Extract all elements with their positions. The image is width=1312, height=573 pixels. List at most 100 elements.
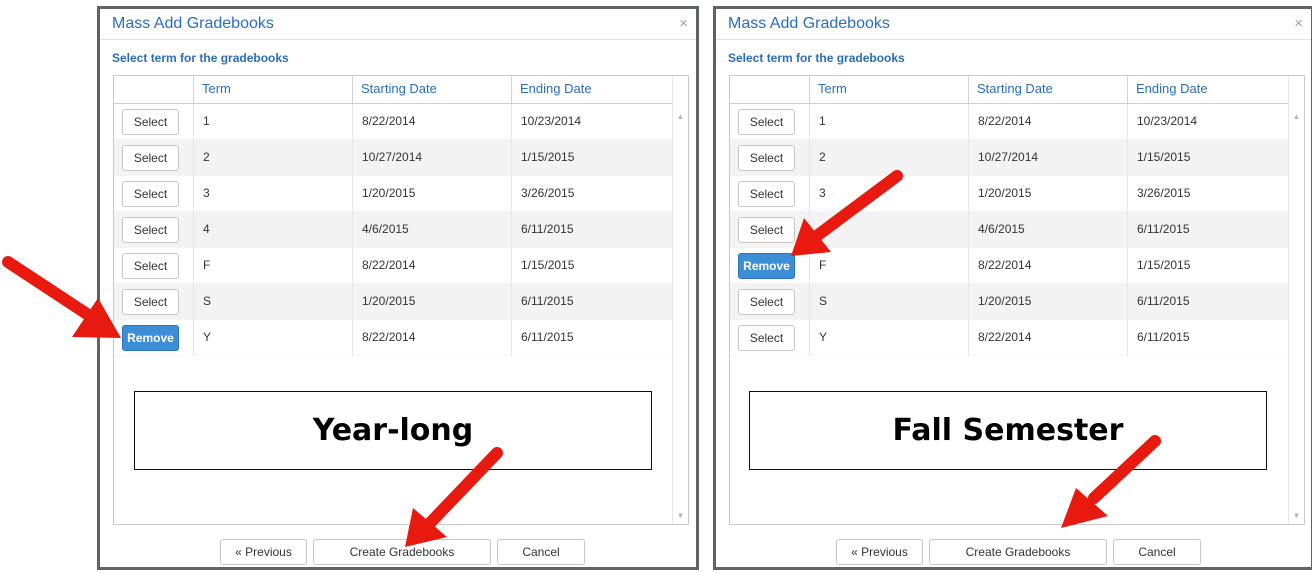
term-cell: 2 <box>809 140 835 176</box>
mass-add-gradebooks-dialog-year-long: Mass Add Gradebooks × Select term for th… <box>97 6 699 570</box>
term-cell: 4 <box>193 212 219 248</box>
select-button[interactable]: Select <box>738 145 795 171</box>
column-header-starting-date[interactable]: Starting Date <box>352 76 445 103</box>
select-button[interactable]: Select <box>122 181 179 207</box>
term-cell: Y <box>193 320 220 356</box>
grid-body: Select 1 8/22/2014 10/23/2014 Select 2 1… <box>114 104 674 356</box>
ending-date-cell: 6/11/2015 <box>1127 212 1199 248</box>
table-row: Remove F 8/22/2014 1/15/2015 <box>730 248 1290 284</box>
scroll-up-icon[interactable]: ▲ <box>673 112 688 121</box>
term-cell: 3 <box>809 176 835 212</box>
ending-date-cell: 3/26/2015 <box>1127 176 1199 212</box>
table-row: Select S 1/20/2015 6/11/2015 <box>730 284 1290 320</box>
table-row: Select F 8/22/2014 1/15/2015 <box>114 248 674 284</box>
previous-button[interactable]: « Previous <box>220 539 307 565</box>
select-button[interactable]: Select <box>122 109 179 135</box>
ending-date-cell: 6/11/2015 <box>511 284 583 320</box>
ending-date-cell: 1/15/2015 <box>511 248 583 284</box>
term-cell: 1 <box>193 104 219 140</box>
select-button[interactable]: Select <box>738 181 795 207</box>
cancel-button[interactable]: Cancel <box>1113 539 1201 565</box>
scroll-down-icon[interactable]: ▼ <box>1289 511 1304 520</box>
table-row: Select S 1/20/2015 6/11/2015 <box>114 284 674 320</box>
table-row: Select 1 8/22/2014 10/23/2014 <box>114 104 674 140</box>
ending-date-cell: 1/15/2015 <box>511 140 583 176</box>
term-cell: S <box>809 284 836 320</box>
starting-date-cell: 10/27/2014 <box>352 140 431 176</box>
starting-date-cell: 1/20/2015 <box>968 284 1040 320</box>
ending-date-cell: 1/15/2015 <box>1127 248 1199 284</box>
table-row: Select 1 8/22/2014 10/23/2014 <box>730 104 1290 140</box>
table-row: Select 4 4/6/2015 6/11/2015 <box>730 212 1290 248</box>
starting-date-cell: 8/22/2014 <box>968 320 1040 356</box>
grid-header: Term Starting Date Ending Date <box>114 76 688 104</box>
ending-date-cell: 6/11/2015 <box>1127 320 1199 356</box>
remove-button[interactable]: Remove <box>738 253 795 279</box>
table-row: Select Y 8/22/2014 6/11/2015 <box>730 320 1290 356</box>
starting-date-cell: 1/20/2015 <box>968 176 1040 212</box>
table-row: Select 4 4/6/2015 6/11/2015 <box>114 212 674 248</box>
column-header-starting-date[interactable]: Starting Date <box>968 76 1061 103</box>
starting-date-cell: 8/22/2014 <box>352 104 424 140</box>
create-gradebooks-button[interactable]: Create Gradebooks <box>929 539 1107 565</box>
fall-semester-callout: Fall Semester <box>749 391 1267 470</box>
dialog-title: Mass Add Gradebooks <box>112 15 274 32</box>
grid-header: Term Starting Date Ending Date <box>730 76 1304 104</box>
starting-date-cell: 8/22/2014 <box>352 320 424 356</box>
term-cell: 3 <box>193 176 219 212</box>
ending-date-cell: 6/11/2015 <box>511 212 583 248</box>
previous-button[interactable]: « Previous <box>836 539 923 565</box>
cancel-button[interactable]: Cancel <box>497 539 585 565</box>
starting-date-cell: 10/27/2014 <box>968 140 1047 176</box>
year-long-callout: Year-long <box>134 391 652 470</box>
column-header-term[interactable]: Term <box>809 76 855 103</box>
ending-date-cell: 6/11/2015 <box>511 320 583 356</box>
select-button[interactable]: Select <box>122 145 179 171</box>
term-cell: 2 <box>193 140 219 176</box>
select-button[interactable]: Select <box>738 217 795 243</box>
term-cell: S <box>193 284 220 320</box>
starting-date-cell: 4/6/2015 <box>968 212 1034 248</box>
ending-date-cell: 3/26/2015 <box>511 176 583 212</box>
vertical-scrollbar[interactable]: ▲ ▼ <box>672 76 688 524</box>
starting-date-cell: 8/22/2014 <box>968 104 1040 140</box>
remove-button[interactable]: Remove <box>122 325 179 351</box>
term-cell: F <box>809 248 835 284</box>
select-button[interactable]: Select <box>738 325 795 351</box>
column-header-ending-date[interactable]: Ending Date <box>1127 76 1216 103</box>
dialog-subtitle: Select term for the gradebooks <box>728 51 905 65</box>
column-header-ending-date[interactable]: Ending Date <box>511 76 600 103</box>
mass-add-gradebooks-dialog-fall-semester: Mass Add Gradebooks × Select term for th… <box>713 6 1312 570</box>
starting-date-cell: 1/20/2015 <box>352 176 424 212</box>
select-button[interactable]: Select <box>122 253 179 279</box>
table-row: Select 2 10/27/2014 1/15/2015 <box>114 140 674 176</box>
table-row: Select 3 1/20/2015 3/26/2015 <box>114 176 674 212</box>
term-cell: F <box>193 248 219 284</box>
scroll-down-icon[interactable]: ▼ <box>673 511 688 520</box>
dialog-subtitle: Select term for the gradebooks <box>112 51 289 65</box>
dialog-title: Mass Add Gradebooks <box>728 15 890 32</box>
grid-body: Select 1 8/22/2014 10/23/2014 Select 2 1… <box>730 104 1290 356</box>
ending-date-cell: 6/11/2015 <box>1127 284 1199 320</box>
select-button[interactable]: Select <box>122 217 179 243</box>
starting-date-cell: 4/6/2015 <box>352 212 418 248</box>
create-gradebooks-button[interactable]: Create Gradebooks <box>313 539 491 565</box>
ending-date-cell: 10/23/2014 <box>511 104 590 140</box>
select-button[interactable]: Select <box>738 109 795 135</box>
term-cell: 4 <box>809 212 835 248</box>
title-divider <box>716 39 1311 40</box>
title-divider <box>100 39 696 40</box>
table-row: Select 3 1/20/2015 3/26/2015 <box>730 176 1290 212</box>
select-button[interactable]: Select <box>122 289 179 315</box>
close-icon[interactable]: × <box>1294 15 1303 32</box>
ending-date-cell: 1/15/2015 <box>1127 140 1199 176</box>
scroll-up-icon[interactable]: ▲ <box>1289 112 1304 121</box>
column-header-term[interactable]: Term <box>193 76 239 103</box>
starting-date-cell: 8/22/2014 <box>968 248 1040 284</box>
table-row: Remove Y 8/22/2014 6/11/2015 <box>114 320 674 356</box>
select-button[interactable]: Select <box>738 289 795 315</box>
table-row: Select 2 10/27/2014 1/15/2015 <box>730 140 1290 176</box>
close-icon[interactable]: × <box>679 15 688 32</box>
vertical-scrollbar[interactable]: ▲ ▼ <box>1288 76 1304 524</box>
starting-date-cell: 1/20/2015 <box>352 284 424 320</box>
